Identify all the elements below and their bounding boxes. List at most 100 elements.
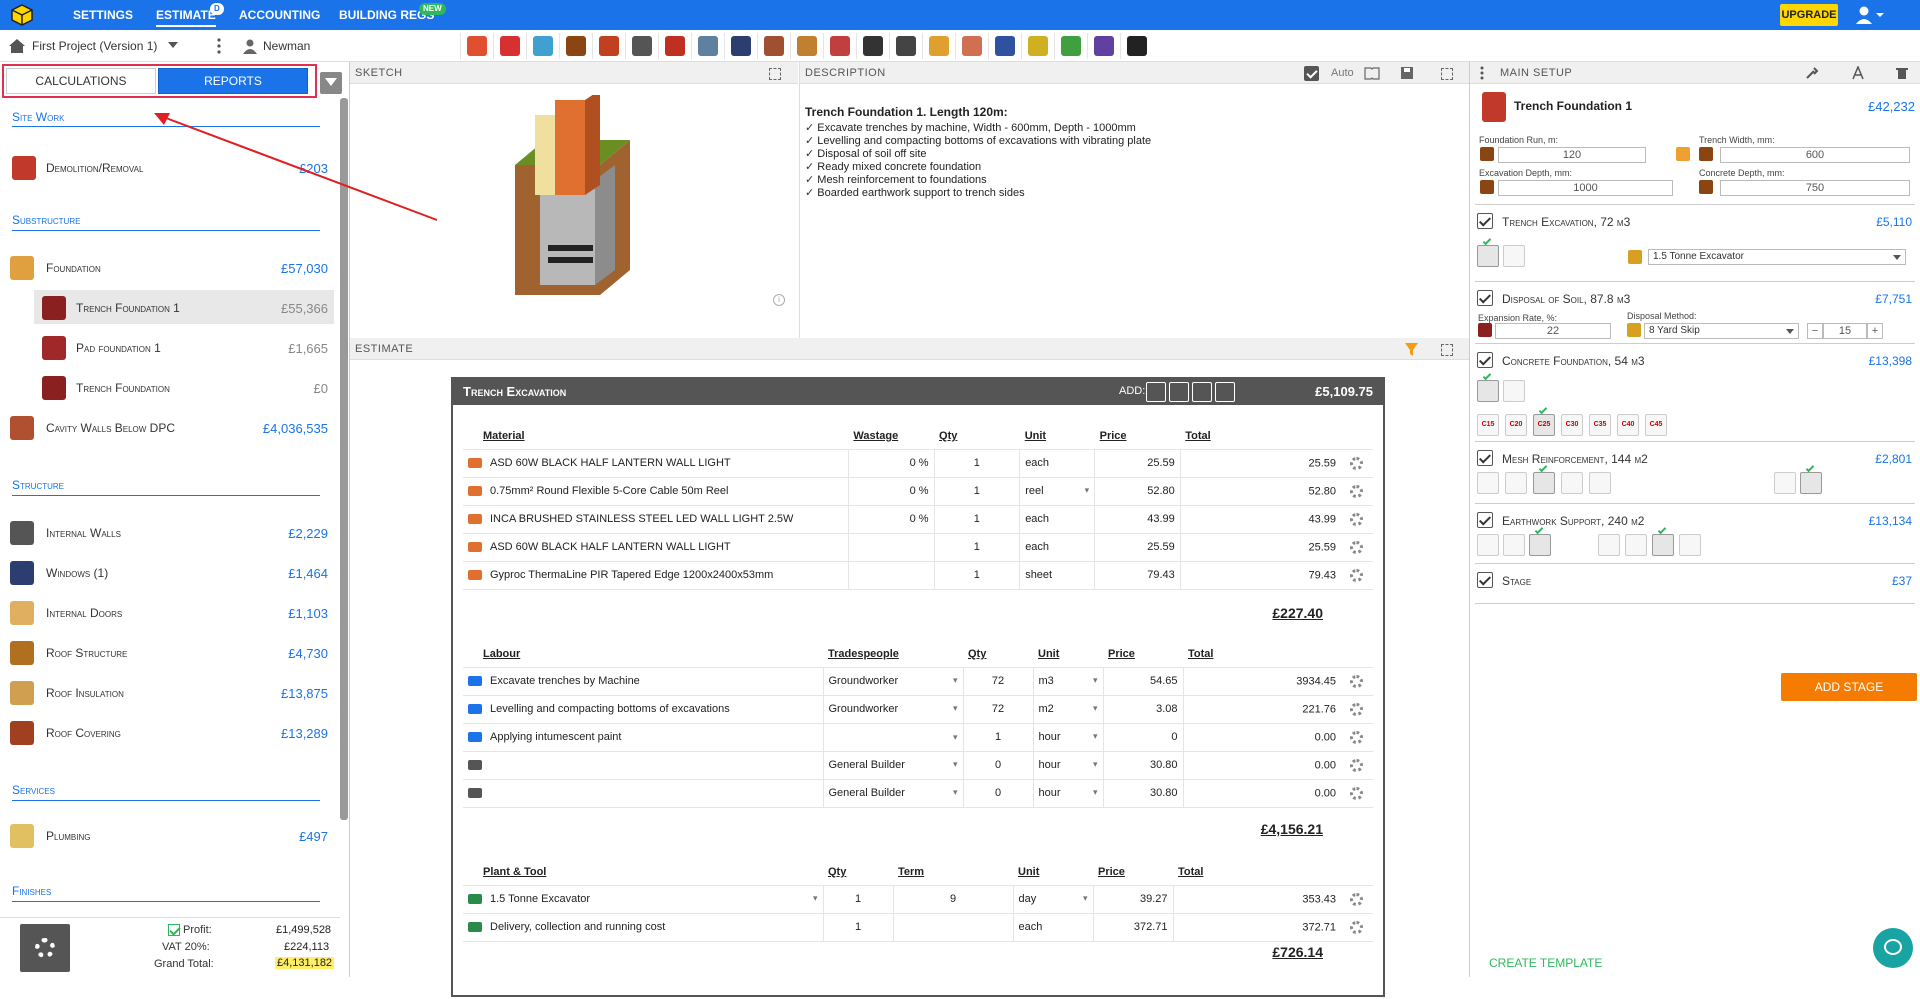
plant-cell[interactable]: 353.43	[1172, 885, 1373, 914]
expand-icon[interactable]	[1441, 344, 1453, 356]
materials-cell[interactable]: 79.43	[1094, 561, 1181, 590]
grade-option-c20[interactable]: C20	[1505, 414, 1527, 436]
item-trench-foundation-1[interactable]: Trench Foundation 1 £55,366	[34, 290, 334, 324]
concrete-depth-input[interactable]: 750	[1720, 180, 1910, 196]
support-type-option[interactable]	[1598, 534, 1620, 556]
skip-qty-input[interactable]: 15	[1823, 323, 1867, 339]
labour-cell[interactable]: Groundworker ▾	[822, 695, 963, 724]
item-internal-doors[interactable]: Internal Doors £1,103	[0, 595, 334, 629]
auto-checkbox[interactable]	[1304, 66, 1319, 81]
info-icon[interactable]: i	[773, 294, 785, 306]
labour-cell[interactable]: 1	[962, 723, 1033, 752]
mesh-layout-option[interactable]	[1800, 463, 1822, 494]
materials-cell[interactable]: 1	[933, 561, 1020, 590]
labour-cell[interactable]: hour ▾	[1032, 779, 1103, 808]
chat-button[interactable]	[1873, 928, 1913, 968]
plant-cell[interactable]: each	[1012, 913, 1093, 942]
plant-cell[interactable]: 372.71	[1092, 913, 1173, 942]
tile-icon[interactable]	[955, 33, 988, 59]
kebab-menu-icon[interactable]	[1479, 66, 1485, 80]
labour-cell[interactable]: 30.80	[1102, 751, 1183, 780]
materials-cell[interactable]	[847, 561, 935, 590]
excavator-select[interactable]: 1.5 Tonne Excavator	[1648, 249, 1906, 265]
electric-icon[interactable]	[1021, 33, 1054, 59]
trash-icon[interactable]	[1895, 66, 1909, 80]
app-logo-icon[interactable]	[11, 4, 33, 26]
materials-cell[interactable]: each	[1019, 505, 1095, 534]
brick-icon[interactable]	[658, 33, 691, 59]
materials-row[interactable]: Gyproc ThermaLine PIR Tapered Edge 1200x…	[463, 561, 1373, 590]
labour-cell[interactable]: 0	[962, 751, 1033, 780]
client-name[interactable]: Newman	[263, 39, 310, 53]
disposal-method-select[interactable]: 8 Yard Skip	[1644, 323, 1799, 339]
grade-option-c35[interactable]: C35	[1589, 414, 1611, 436]
row-gear-icon[interactable]	[1350, 674, 1363, 688]
row-gear-icon[interactable]	[1350, 484, 1363, 498]
item-roof-insulation[interactable]: Roof Insulation £13,875	[0, 675, 334, 709]
foundation-run-input[interactable]: 120	[1498, 147, 1646, 163]
materials-cell[interactable]: 79.43	[1179, 561, 1373, 590]
item-trench-foundation[interactable]: Trench Foundation £0	[34, 370, 334, 404]
labour-cell[interactable]: 0.00	[1182, 779, 1373, 808]
home-icon[interactable]	[8, 38, 26, 54]
materials-cell[interactable]: 1	[933, 477, 1020, 506]
materials-name-cell[interactable]: ASD 60W BLACK HALF LANTERN WALL LIGHT	[463, 449, 849, 478]
add-material-button[interactable]	[1146, 382, 1166, 402]
labour-cell[interactable]: 0.00	[1182, 723, 1373, 752]
person-icon[interactable]	[1120, 33, 1153, 59]
item-windows[interactable]: Windows (1) £1,464	[0, 555, 334, 589]
labour-cell[interactable]: 0	[1102, 723, 1183, 752]
stage-checkbox[interactable]	[1477, 512, 1493, 528]
window-icon[interactable]	[724, 33, 757, 59]
brick-wall-icon[interactable]	[592, 33, 625, 59]
row-gear-icon[interactable]	[1350, 456, 1363, 470]
paint-icon[interactable]	[988, 33, 1021, 59]
materials-cell[interactable]: 1	[933, 533, 1020, 562]
user-menu-icon[interactable]	[1854, 5, 1884, 25]
expand-icon[interactable]	[1441, 68, 1453, 80]
item-internal-walls[interactable]: Internal Walls £2,229	[0, 515, 334, 549]
labour-name-cell[interactable]	[463, 751, 823, 780]
item-plumbing[interactable]: Plumbing £497	[0, 818, 334, 852]
materials-name-cell[interactable]: INCA BRUSHED STAINLESS STEEL LED WALL LI…	[463, 505, 849, 534]
plant-cell[interactable]: 9	[892, 885, 1013, 914]
labour-name-cell[interactable]: Excavate trenches by Machine	[463, 667, 823, 696]
mesh-option[interactable]	[1533, 463, 1555, 494]
labour-cell[interactable]: 3.08	[1102, 695, 1183, 724]
materials-name-cell[interactable]: ASD 60W BLACK HALF LANTERN WALL LIGHT	[463, 533, 849, 562]
stage-checkbox[interactable]	[1477, 213, 1493, 229]
calculator-icon[interactable]	[1676, 147, 1690, 161]
plant-name-cell[interactable]: 1.5 Tonne Excavator ▾	[463, 885, 823, 914]
create-template-link[interactable]: CREATE TEMPLATE	[1489, 956, 1602, 970]
labour-row[interactable]: General Builder ▾ 0 hour ▾ 30.80 0.00	[463, 751, 1373, 780]
book-icon[interactable]	[1364, 66, 1380, 80]
row-gear-icon[interactable]	[1350, 892, 1363, 906]
support-type-option[interactable]	[1625, 534, 1647, 556]
ready-mix-option[interactable]	[1477, 371, 1499, 402]
row-gear-icon[interactable]	[1350, 920, 1363, 934]
labour-cell[interactable]: hour ▾	[1032, 723, 1103, 752]
lightbulb-icon[interactable]	[856, 33, 889, 59]
item-roof-structure[interactable]: Roof Structure £4,730	[0, 635, 334, 669]
upgrade-button[interactable]: UPGRADE	[1780, 4, 1838, 26]
plant-cell[interactable]: day ▾	[1012, 885, 1093, 914]
materials-row[interactable]: ASD 60W BLACK HALF LANTERN WALL LIGHT 1 ea…	[463, 533, 1373, 562]
labour-cell[interactable]: 72	[962, 695, 1033, 724]
increment-button[interactable]: +	[1867, 323, 1883, 339]
triangle-warning-icon[interactable]	[493, 33, 526, 59]
materials-name-cell[interactable]: 0.75mm² Round Flexible 5-Core Cable 50m …	[463, 477, 849, 506]
row-gear-icon[interactable]	[1350, 758, 1363, 772]
labour-cell[interactable]: General Builder ▾	[822, 779, 963, 808]
support-option[interactable]	[1477, 534, 1499, 556]
materials-cell[interactable]	[847, 533, 935, 562]
labour-cell[interactable]: 221.76	[1182, 695, 1373, 724]
expansion-rate-input[interactable]: 22	[1495, 323, 1611, 339]
excavation-depth-input[interactable]: 1000	[1498, 180, 1673, 196]
item-roof-covering[interactable]: Roof Covering £13,289	[0, 715, 334, 749]
materials-cell[interactable]: 25.59	[1179, 449, 1373, 478]
envelope-icon[interactable]	[757, 33, 790, 59]
row-gear-icon[interactable]	[1350, 512, 1363, 526]
labour-name-cell[interactable]: Applying intumescent paint	[463, 723, 823, 752]
support-option[interactable]	[1529, 525, 1551, 556]
trench-width-input[interactable]: 600	[1720, 147, 1910, 163]
